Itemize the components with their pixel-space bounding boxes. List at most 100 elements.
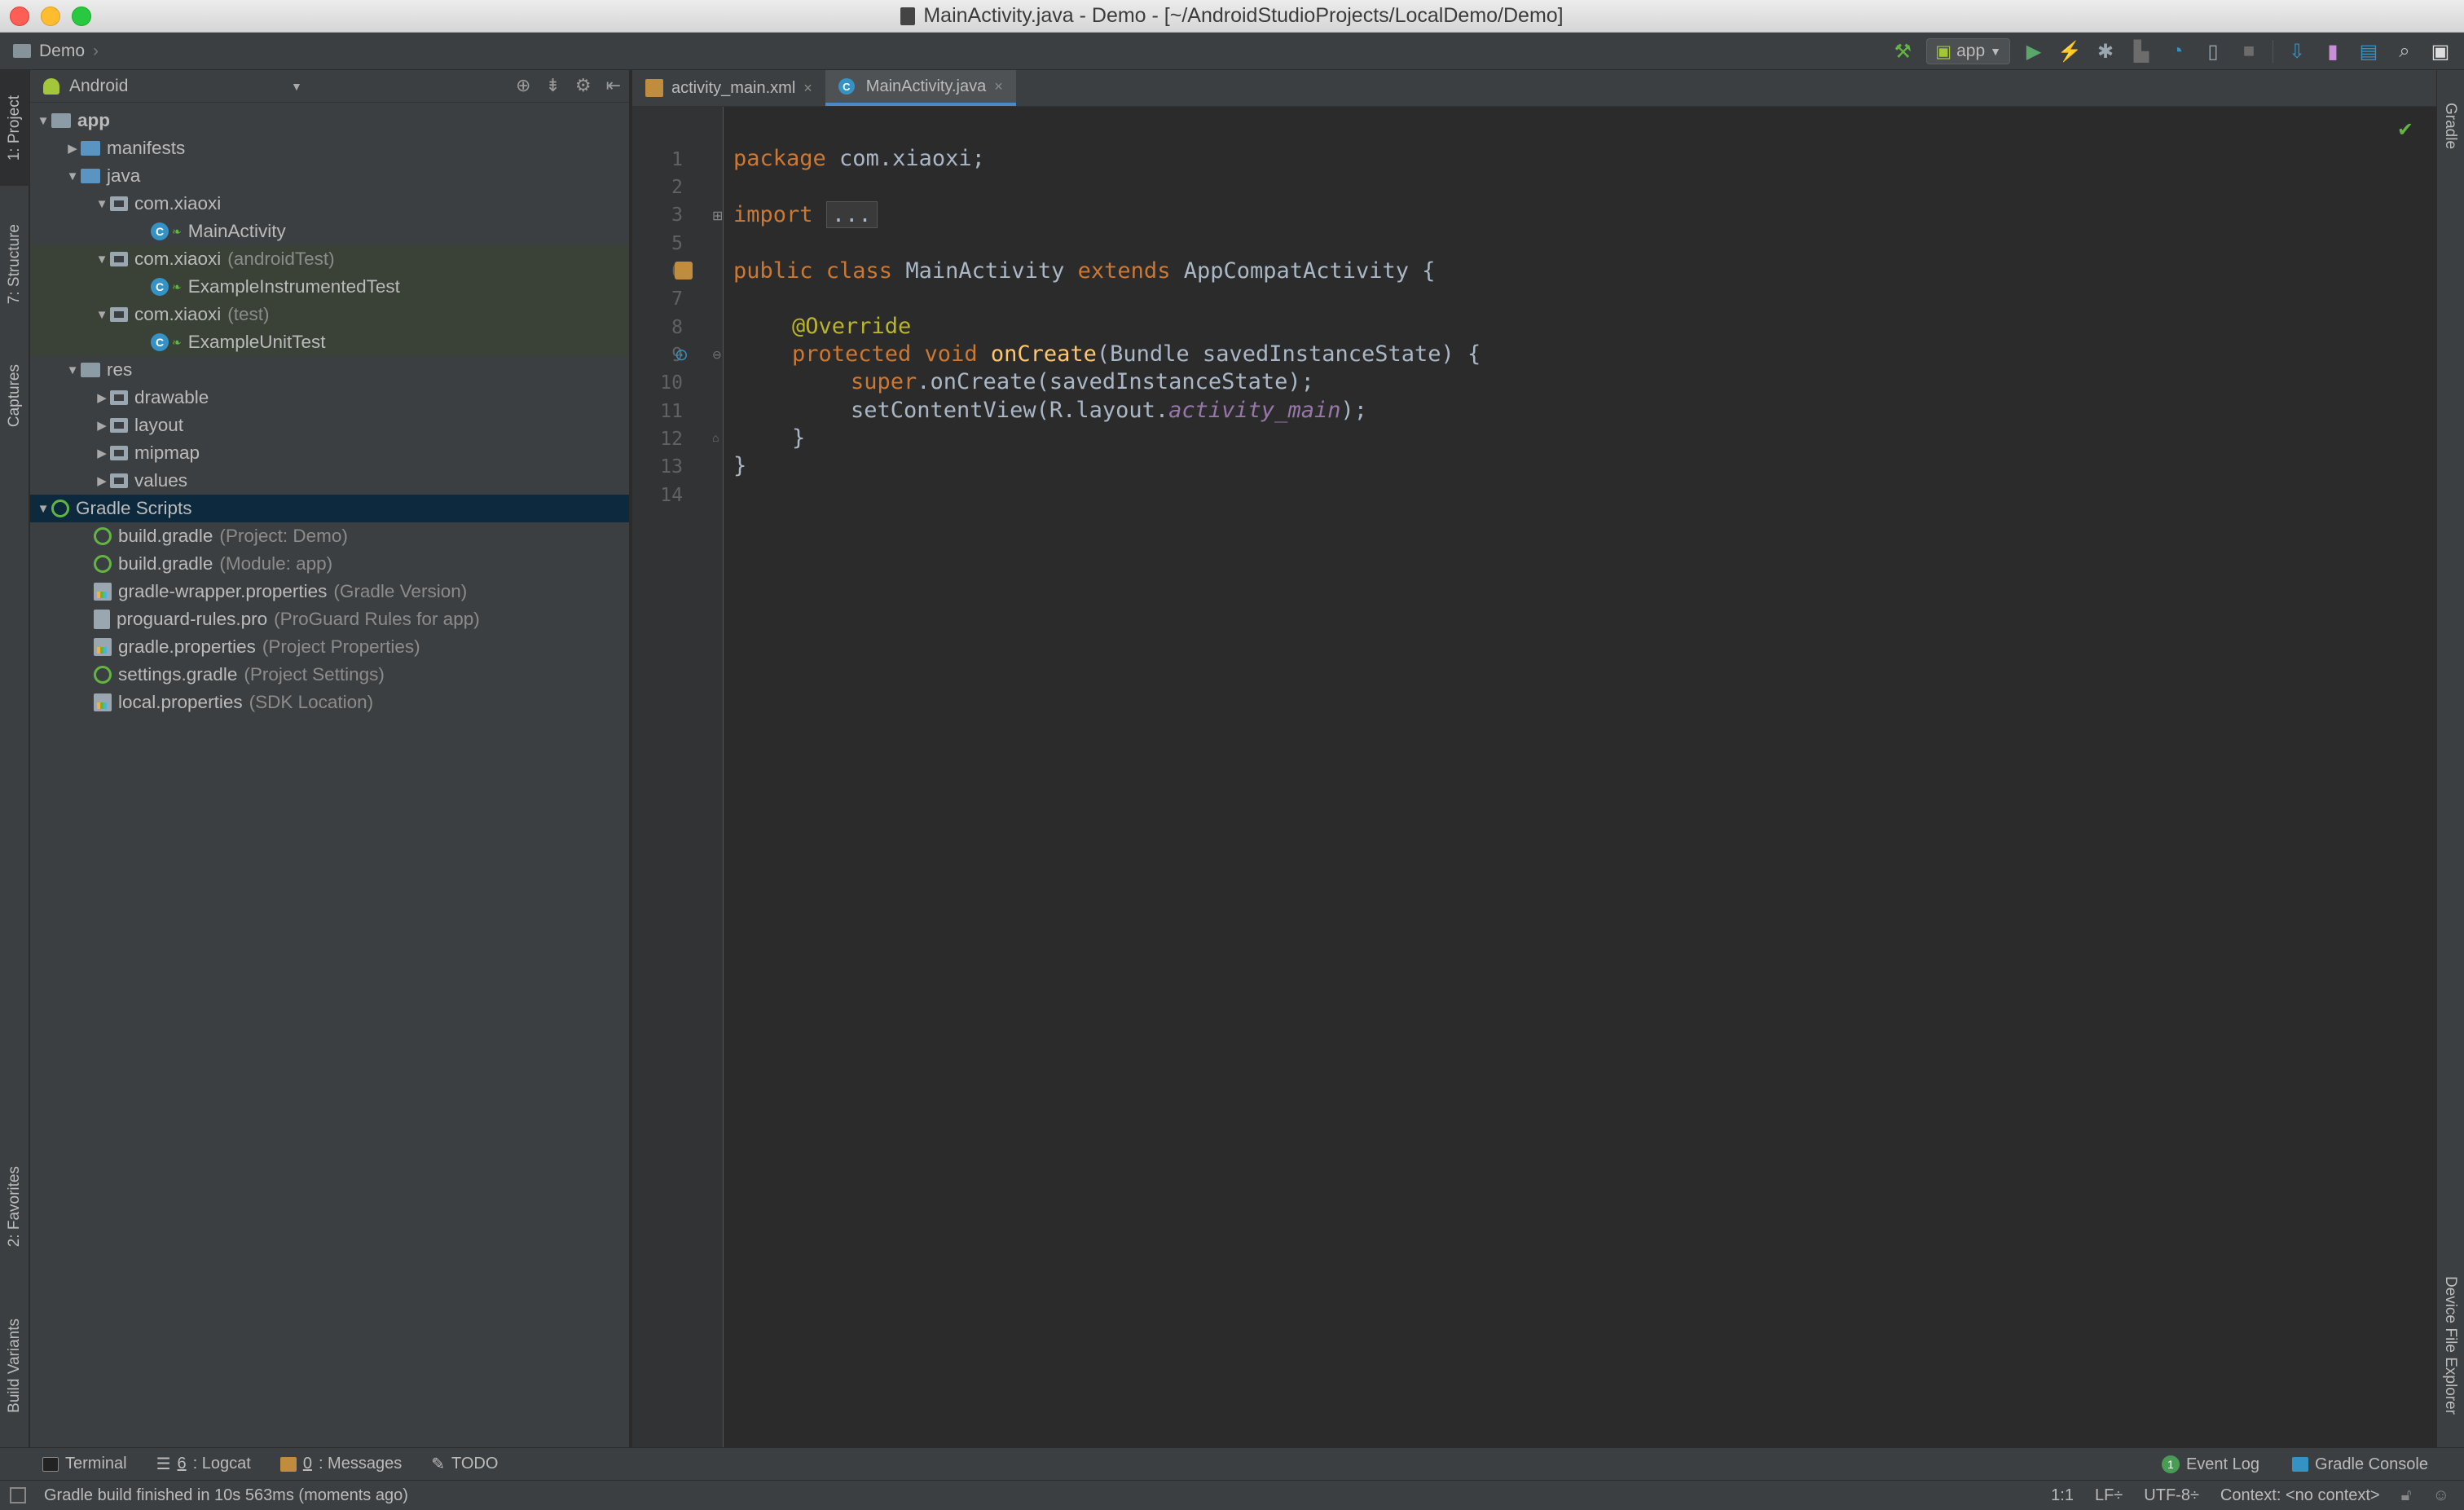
tree-item-settings-gradle[interactable]: settings.gradle (Project Settings)	[30, 661, 629, 689]
expand-arrow-icon[interactable]: ▼	[94, 308, 110, 322]
tree-item-mainactivity[interactable]: C ❧ MainActivity	[30, 218, 629, 245]
sync-gradle-icon[interactable]: ⇩	[2285, 39, 2309, 64]
tab-captures[interactable]: Captures	[0, 339, 29, 453]
profile-icon[interactable]: ◔	[2165, 39, 2189, 64]
expand-arrow-icon[interactable]: ▼	[94, 253, 110, 266]
stop-icon[interactable]: ■	[2237, 39, 2261, 64]
make-project-hammer-icon[interactable]: ⚒	[1890, 39, 1915, 64]
tab-messages[interactable]: 0: Messages	[279, 1455, 402, 1473]
apply-changes-icon[interactable]: ⚡	[2057, 39, 2082, 64]
tree-item-label: gradle-wrapper.properties	[118, 581, 328, 601]
tree-item-local-properties[interactable]: local.properties (SDK Location)	[30, 689, 629, 716]
tree-item-gradle-wrapper-properties[interactable]: gradle-wrapper.properties (Gradle Versio…	[30, 578, 629, 605]
tab-mainactivity-java[interactable]: C MainActivity.java ×	[825, 70, 1016, 106]
project-structure-icon[interactable]: ▤	[2356, 39, 2381, 64]
code-editor[interactable]: 1 2 3 5 6 7 8 9 10 11 12 13 14 ⊞ ⊙ ⊖ ⌂ p…	[632, 107, 2436, 1447]
run-icon[interactable]: ▶	[2022, 39, 2046, 64]
expand-arrow-icon[interactable]: ▼	[64, 363, 81, 377]
tree-item-manifests[interactable]: ▶ manifests	[30, 134, 629, 162]
expand-arrow-icon[interactable]: ▼	[35, 502, 51, 516]
collapse-arrow-icon[interactable]: ▶	[64, 141, 81, 156]
chevron-down-icon[interactable]: ▼	[291, 80, 302, 93]
collapse-arrow-icon[interactable]: ▶	[94, 446, 110, 460]
tab-gradle-console[interactable]: Gradle Console	[2292, 1455, 2428, 1474]
user-avatar-icon[interactable]: ▣	[2428, 39, 2453, 64]
fold-expand-icon[interactable]: ⊞	[712, 208, 723, 224]
fold-end-icon: ⌂	[712, 431, 719, 444]
expand-arrow-icon[interactable]: ▼	[94, 197, 110, 211]
android-leaf-icon: ❧	[172, 280, 182, 293]
tree-item-exampleunittest[interactable]: C ❧ ExampleUnitTest	[30, 328, 629, 356]
tree-item-drawable[interactable]: ▶ drawable	[30, 384, 629, 412]
fold-collapse-icon[interactable]: ⊖	[712, 348, 722, 362]
tree-item-res[interactable]: ▼ res	[30, 356, 629, 384]
tree-item-label: mipmap	[134, 442, 200, 463]
hector-icon[interactable]: ☺	[2433, 1486, 2449, 1505]
close-tab-icon[interactable]: ×	[803, 80, 812, 97]
tree-item-mipmap[interactable]: ▶ mipmap	[30, 439, 629, 467]
no-errors-check-icon[interactable]: ✔	[2397, 118, 2413, 142]
breadcrumb-project[interactable]: Demo	[39, 42, 85, 61]
project-view-mode-select[interactable]: Android	[69, 77, 128, 96]
breadcrumb[interactable]: Demo ›	[13, 42, 99, 61]
tree-item-exampleinstrumentedtest[interactable]: C ❧ ExampleInstrumentedTest	[30, 273, 629, 301]
sdk-manager-icon[interactable]: ▮	[2321, 39, 2345, 64]
left-tool-window-strip: 1: Project 7: Structure Captures 2: Favo…	[0, 70, 29, 1447]
tab-terminal[interactable]: Terminal	[42, 1455, 127, 1473]
close-window-button[interactable]	[10, 7, 29, 26]
tree-item-proguard-rules[interactable]: proguard-rules.pro (ProGuard Rules for a…	[30, 605, 629, 633]
tab-activity-main-xml[interactable]: activity_main.xml ×	[632, 70, 825, 106]
debug-icon[interactable]: ✱	[2093, 39, 2118, 64]
tab-logcat[interactable]: ☰ 6: Logcat	[156, 1454, 251, 1474]
coverage-icon[interactable]: ▙	[2129, 39, 2154, 64]
close-tab-icon[interactable]: ×	[994, 78, 1003, 95]
tree-item-java[interactable]: ▼ java	[30, 162, 629, 190]
gear-icon[interactable]: ⚙	[575, 75, 592, 96]
tab-gradle[interactable]: Gradle	[2436, 81, 2464, 171]
minimize-window-button[interactable]	[41, 7, 60, 26]
tree-item-package-androidtest[interactable]: ▼ com.xiaoxi (androidTest)	[30, 245, 629, 273]
tree-item-hint: (Project Properties)	[262, 636, 420, 657]
override-method-icon[interactable]: ⊙	[675, 345, 689, 365]
tab-todo[interactable]: ✎ TODO	[431, 1454, 498, 1474]
tab-build-variants[interactable]: Build Variants	[0, 1292, 29, 1439]
keyword-token: super	[851, 369, 917, 394]
collapse-arrow-icon[interactable]: ▶	[94, 473, 110, 488]
code-token: }	[733, 453, 747, 478]
tab-favorites[interactable]: 2: Favorites	[0, 1146, 29, 1268]
expand-arrow-icon[interactable]: ▼	[35, 114, 51, 128]
run-configuration-select[interactable]: ▣ app ▼	[1926, 38, 2010, 64]
toggle-tool-windows-icon[interactable]	[10, 1487, 26, 1503]
status-message[interactable]: Gradle build finished in 10s 563ms (mome…	[44, 1486, 408, 1505]
layout-file-gutter-icon[interactable]	[675, 262, 693, 280]
tree-item-gradle-properties[interactable]: gradle.properties (Project Properties)	[30, 633, 629, 661]
tree-item-app[interactable]: ▼ app	[30, 107, 629, 134]
tab-event-log[interactable]: 1 Event Log	[2161, 1455, 2259, 1474]
search-icon[interactable]: ⌕	[2392, 39, 2417, 64]
collapse-arrow-icon[interactable]: ▶	[94, 418, 110, 433]
folded-imports[interactable]: ...	[825, 201, 878, 228]
hide-panel-icon[interactable]: ⇤	[606, 75, 621, 96]
caret-position[interactable]: 1:1	[2051, 1486, 2074, 1505]
tree-item-layout[interactable]: ▶ layout	[30, 412, 629, 439]
tree-item-package[interactable]: ▼ com.xiaoxi	[30, 190, 629, 218]
tab-project[interactable]: 1: Project	[0, 70, 29, 186]
tab-structure[interactable]: 7: Structure	[0, 199, 29, 329]
collapse-all-icon[interactable]: ⇟	[545, 75, 560, 96]
locate-file-icon[interactable]: ⊕	[516, 75, 530, 96]
context-indicator[interactable]: Context: <no context>	[2220, 1486, 2380, 1505]
tree-item-values[interactable]: ▶ values	[30, 467, 629, 495]
tree-item-label: res	[107, 359, 133, 380]
expand-arrow-icon[interactable]: ▼	[64, 169, 81, 183]
tab-device-file-explorer[interactable]: Device File Explorer	[2436, 1252, 2464, 1439]
tree-item-package-test[interactable]: ▼ com.xiaoxi (test)	[30, 301, 629, 328]
collapse-arrow-icon[interactable]: ▶	[94, 390, 110, 405]
encoding-select[interactable]: UTF-8÷	[2144, 1486, 2199, 1505]
maximize-window-button[interactable]	[72, 7, 91, 26]
tree-item-gradle-scripts[interactable]: ▼ Gradle Scripts	[30, 495, 629, 522]
tree-item-build-gradle-project[interactable]: build.gradle (Project: Demo)	[30, 522, 629, 550]
lock-icon[interactable]: 🔓︎	[2401, 1486, 2412, 1505]
tree-item-build-gradle-module[interactable]: build.gradle (Module: app)	[30, 550, 629, 578]
line-separator-select[interactable]: LF÷	[2095, 1486, 2123, 1505]
attach-debugger-icon[interactable]: ▯	[2201, 39, 2225, 64]
